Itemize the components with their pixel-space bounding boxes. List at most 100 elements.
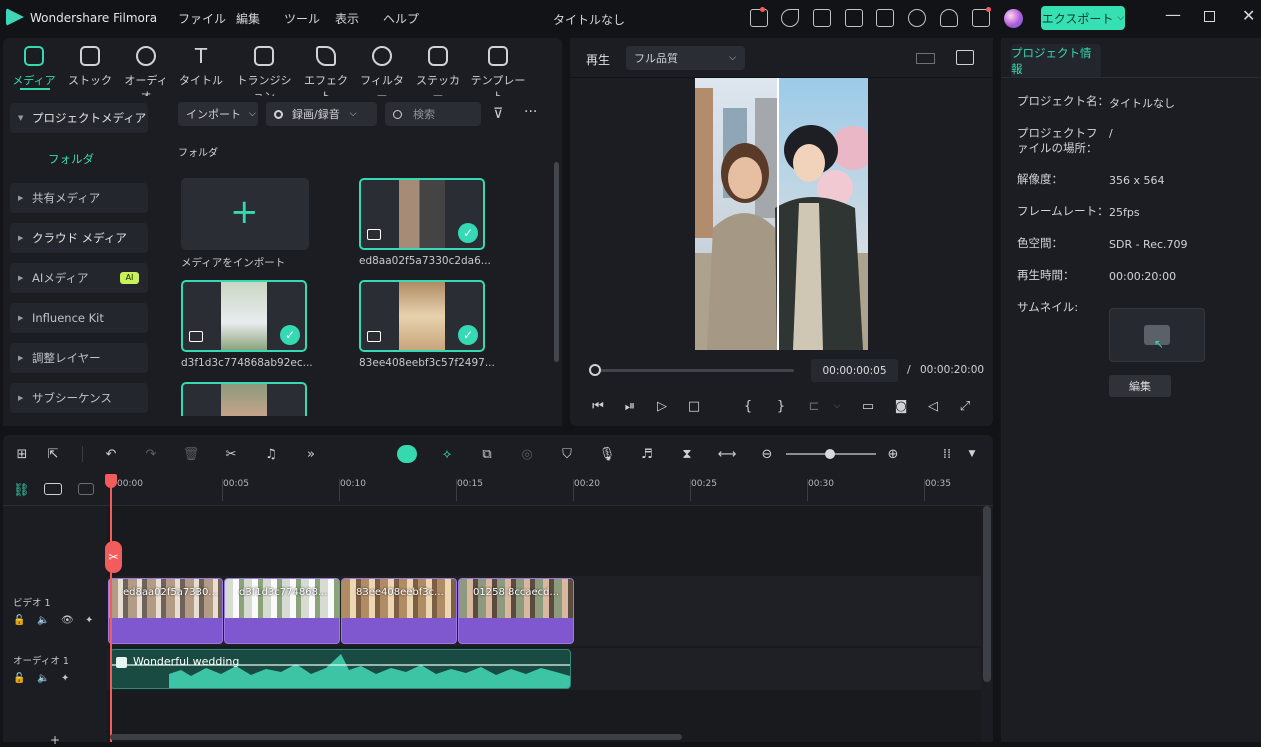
play-icon[interactable]: ▷ (653, 397, 671, 415)
minimize-icon[interactable]: — (1165, 5, 1181, 24)
sidebar-item-adjustment-layer[interactable]: ▶ 調整レイヤー (10, 343, 148, 373)
send-icon[interactable] (781, 9, 799, 27)
timeline-settings-icon[interactable]: ⁞⁞ (938, 445, 956, 463)
cat-stock[interactable]: ストック (66, 46, 114, 88)
select-tool-icon[interactable]: ⇱ (44, 445, 62, 463)
timeline-vertical-scrollbar[interactable] (983, 506, 991, 682)
mark-in-icon[interactable]: { (739, 397, 757, 415)
thumbnail-preview[interactable]: ↖ (1109, 308, 1205, 362)
save-icon[interactable] (876, 9, 894, 27)
zoom-slider-handle[interactable] (825, 449, 835, 459)
playback-progress-handle[interactable] (589, 364, 601, 376)
sidebar-item-shared-media[interactable]: ▶ 共有メディア (10, 183, 148, 213)
grid-view-icon[interactable] (916, 53, 935, 64)
mark-out-icon[interactable]: } (772, 397, 790, 415)
caret-down-icon[interactable]: ▼ (963, 445, 981, 463)
media-thumb-2[interactable]: ✓ (181, 280, 307, 352)
stop-icon[interactable]: □ (685, 397, 703, 415)
camera-icon[interactable]: ◙ (892, 397, 910, 415)
search-input[interactable]: 検索 (385, 102, 481, 126)
video-clip[interactable]: d3f1d3c774868... (224, 578, 340, 644)
video-clip[interactable]: 01258 8ccaecd... (458, 578, 574, 644)
marker-icon[interactable]: ⛉ (558, 445, 576, 463)
group-icon[interactable] (44, 483, 62, 495)
menu-tools[interactable]: ツール (284, 10, 320, 27)
snapshot-preview-icon[interactable] (956, 50, 974, 65)
eye-icon[interactable]: 👁 (61, 615, 74, 626)
timeline-horizontal-scrollbar[interactable] (110, 734, 682, 740)
close-icon[interactable]: ✕ (1242, 6, 1255, 25)
feedback-icon[interactable] (813, 9, 831, 27)
edit-thumbnail-button[interactable]: 編集 (1109, 375, 1171, 397)
add-track-icon[interactable]: + (50, 733, 60, 747)
export-button[interactable]: エクスポート ⌵ (1041, 6, 1125, 30)
ai-mate-icon[interactable] (397, 445, 417, 463)
record-dropdown[interactable]: 録画/録音 ⌵ (266, 102, 377, 126)
tab-project-info[interactable]: プロジェクト情報 (1011, 44, 1101, 78)
media-thumb-4[interactable] (181, 382, 307, 416)
speaker-icon[interactable]: 🔈 (37, 615, 49, 626)
fit-icon[interactable]: ⟷ (718, 445, 737, 463)
insert-icon[interactable]: ⊏ (805, 397, 823, 415)
import-dropdown[interactable]: インポート ⌵ (178, 102, 258, 126)
menu-edit[interactable]: 編集 (236, 10, 260, 27)
layout-grid-icon[interactable]: ⊞ (13, 445, 31, 463)
redo-icon[interactable]: ↷ (142, 445, 160, 463)
render-icon[interactable]: ◎ (518, 445, 536, 463)
microphone-icon[interactable]: 🎙 (598, 445, 616, 463)
timeline-playhead[interactable] (110, 474, 112, 742)
menu-help[interactable]: ヘルプ (383, 10, 419, 27)
sidebar-item-cloud-media[interactable]: ▶ クラウド メディア (10, 223, 148, 253)
cat-media[interactable]: メディア (10, 46, 58, 88)
playhead-handle[interactable] (105, 474, 117, 488)
audio-edit-icon[interactable]: ♫ (262, 445, 280, 463)
gift-icon[interactable] (750, 9, 768, 27)
playhead-split-icon[interactable]: ✂ (105, 541, 122, 573)
volume-icon[interactable]: ◁ (924, 397, 942, 415)
lock-icon[interactable]: 🔓 (13, 615, 25, 626)
track-manage-icon[interactable] (78, 483, 94, 495)
fullscreen-icon[interactable]: ⤢ (956, 397, 974, 415)
more-tools-icon[interactable]: » (302, 445, 320, 463)
playback-tab[interactable]: 再生 (586, 51, 610, 68)
cloud-icon[interactable] (908, 9, 926, 27)
media-scrollbar[interactable] (554, 162, 559, 362)
sidebar-item-project-media[interactable]: ▼ プロジェクトメディア (10, 103, 148, 133)
timeline-ruler[interactable] (3, 474, 993, 506)
filter-sort-icon[interactable]: ⊽ (493, 106, 503, 122)
layout-icon[interactable] (845, 9, 863, 27)
playback-progress-track[interactable] (594, 369, 794, 372)
maximize-icon[interactable] (1204, 11, 1215, 22)
sidebar-item-influence-kit[interactable]: ▶ Influence Kit (10, 303, 148, 333)
sidebar-item-subsequence[interactable]: ▶ サブシーケンス (10, 383, 148, 413)
chevron-down-icon[interactable]: ⌵ (828, 397, 846, 415)
quality-dropdown[interactable]: フル品質 ⌵ (626, 46, 745, 70)
zoom-out-icon[interactable]: ⊖ (758, 445, 776, 463)
lock-icon[interactable]: 🔓 (13, 673, 25, 684)
snap-icon[interactable]: ⟡ (438, 445, 456, 463)
prev-frame-icon[interactable]: ⏮ (589, 397, 607, 415)
ai-assistant-avatar[interactable] (1004, 9, 1023, 28)
ai-effect-icon[interactable]: ⧉ (478, 445, 496, 463)
video-clip[interactable]: ed8aa02f5a7330... (108, 578, 223, 644)
sidebar-item-folder[interactable]: フォルダ (48, 151, 94, 167)
media-thumb-1[interactable]: ✓ (359, 178, 485, 250)
speaker-icon[interactable]: 🔈 (37, 673, 49, 684)
menu-view[interactable]: 表示 (335, 10, 359, 27)
undo-icon[interactable]: ↶ (102, 445, 120, 463)
magic-wand-icon[interactable]: ✦ (85, 615, 93, 626)
menu-file[interactable]: ファイル (178, 10, 226, 27)
display-icon[interactable]: ▭ (859, 397, 877, 415)
next-frame-icon[interactable]: ⏯ (621, 397, 639, 415)
magic-wand-icon[interactable]: ✦ (61, 673, 69, 684)
current-time[interactable]: 00:00:00:05 (811, 359, 898, 382)
media-thumb-3[interactable]: ✓ (359, 280, 485, 352)
clip-speed-icon[interactable]: ⧗ (678, 445, 696, 463)
zoom-in-icon[interactable]: ⊕ (884, 445, 902, 463)
link-icon[interactable]: ⛓ (13, 483, 30, 498)
split-icon[interactable]: ✂ (222, 445, 240, 463)
video-clip[interactable]: 83ee408eebf3c... (341, 578, 457, 644)
headset-icon[interactable] (940, 9, 958, 27)
delete-icon[interactable]: 🗑 (182, 445, 200, 463)
cat-title[interactable]: T タイトル (177, 46, 225, 88)
